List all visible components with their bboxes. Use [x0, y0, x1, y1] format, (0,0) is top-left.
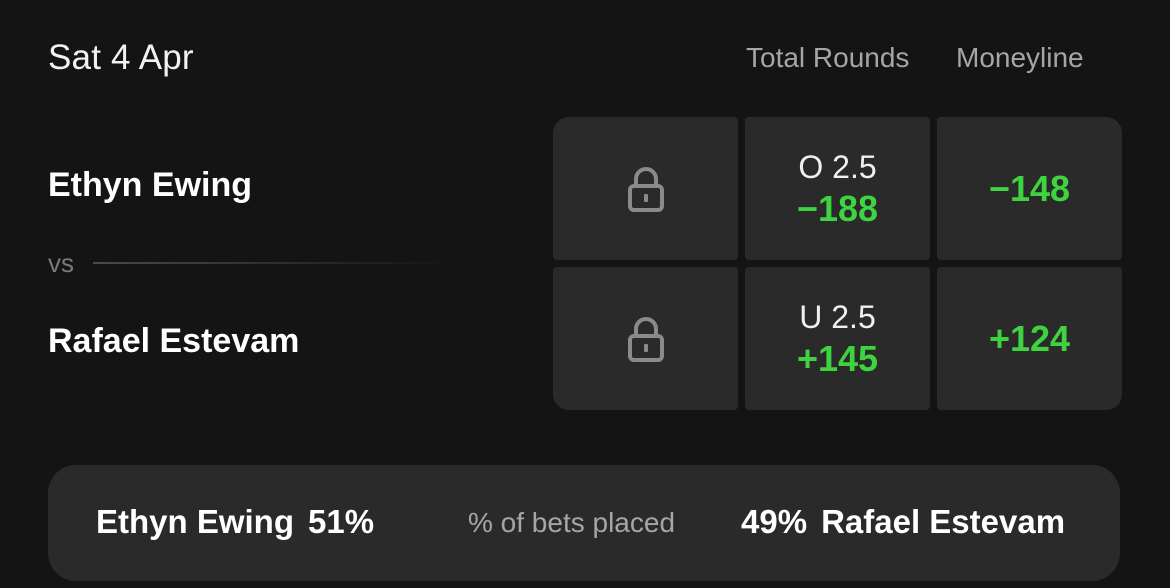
moneyline-fighter-1-button[interactable]: −148 — [937, 117, 1122, 260]
fighter-1-name[interactable]: Ethyn Ewing — [48, 166, 252, 205]
under-line-label: U 2.5 — [799, 298, 876, 335]
fight-card: Sat 4 Apr Total Rounds Moneyline Ethyn E… — [0, 0, 1170, 588]
total-rounds-over-button[interactable]: O 2.5 −188 — [745, 117, 930, 260]
moneyline-fighter-1-odds: −148 — [988, 167, 1071, 209]
bets-fighter-2-name: Rafael Estevam — [821, 503, 1066, 540]
locked-market-fighter-1 — [553, 117, 738, 260]
column-header-total-rounds: Total Rounds — [746, 42, 910, 73]
over-line-label: O 2.5 — [798, 148, 877, 185]
total-rounds-under-button[interactable]: U 2.5 +145 — [745, 267, 930, 410]
column-header-moneyline: Moneyline — [956, 42, 1084, 73]
locked-market-fighter-2 — [553, 267, 738, 410]
bets-placed-bar[interactable]: Ethyn Ewing 51% % of bets placed 49% Rafae… — [48, 465, 1120, 581]
bets-placed-label: % of bets placed — [468, 507, 676, 538]
fighter-2-name[interactable]: Rafael Estevam — [48, 322, 299, 361]
bets-fighter-1-pct: 51% — [308, 503, 375, 540]
lock-icon — [627, 316, 664, 362]
moneyline-fighter-2-button[interactable]: +124 — [937, 267, 1122, 410]
vs-label: vs — [48, 248, 74, 278]
over-odds: −188 — [796, 187, 879, 229]
moneyline-fighter-2-odds: +124 — [988, 317, 1071, 359]
lock-icon — [627, 166, 664, 212]
vs-divider — [93, 262, 453, 264]
bets-fighter-2-pct: 49% — [741, 503, 808, 540]
event-date: Sat 4 Apr — [48, 38, 194, 77]
bets-fighter-1-name: Ethyn Ewing — [96, 503, 294, 540]
bets-fighter-1: Ethyn Ewing 51% — [96, 503, 374, 541]
under-odds: +145 — [796, 337, 879, 379]
bets-fighter-2: 49% Rafael Estevam — [741, 503, 1077, 541]
